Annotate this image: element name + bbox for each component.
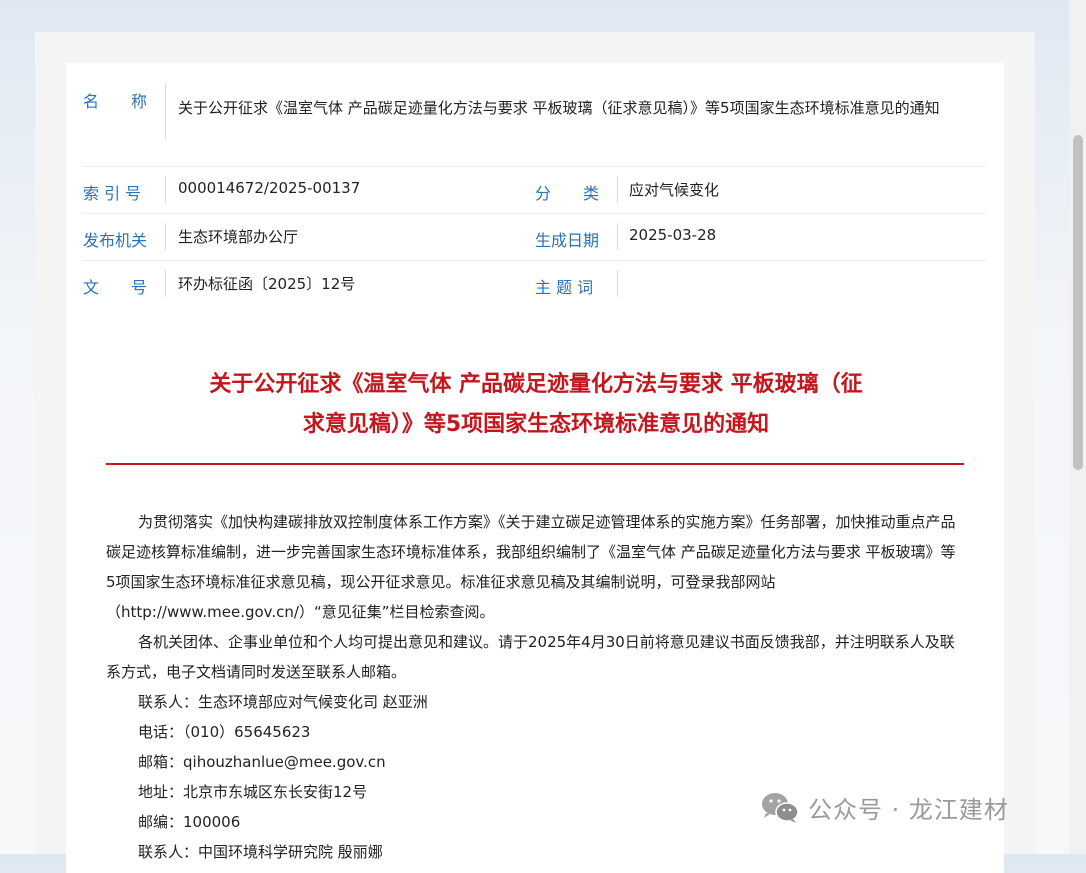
title-divider xyxy=(106,463,964,465)
document-title: 关于公开征求《温室气体 产品碳足迹量化方法与要求 平板玻璃（征 求意见稿）》等5… xyxy=(161,365,911,445)
divider xyxy=(165,176,166,203)
meta-row-name: 名 称 关于公开征求《温室气体 产品碳足迹量化方法与要求 平板玻璃（征求意见稿）… xyxy=(83,63,986,167)
vertical-scrollbar[interactable] xyxy=(1069,0,1086,854)
meta-issuer-value: 生态环境部办公厅 xyxy=(178,228,299,246)
paragraph: 为贯彻落实《加快构建碳排放双控制度体系工作方案》《关于建立碳足迹管理体系的实施方… xyxy=(106,513,956,621)
meta-name-label: 名 称 xyxy=(83,92,148,111)
meta-index-value: 000014672/2025-00137 xyxy=(178,179,361,197)
divider xyxy=(165,223,166,250)
divider xyxy=(617,270,618,297)
contact-email: 邮箱：qihouzhanlue@mee.gov.cn xyxy=(138,753,386,771)
meta-issuer-label: 发布机关 xyxy=(83,231,148,250)
meta-category-value: 应对气候变化 xyxy=(629,181,720,199)
divider xyxy=(165,270,166,297)
meta-docno-value: 环办标征函〔2025〕12号 xyxy=(178,275,356,293)
meta-subject-label: 主 题 词 xyxy=(535,278,594,297)
document-title-line2: 求意见稿）》等5项国家生态环境标准意见的通知 xyxy=(302,412,770,437)
metadata-table: 名 称 关于公开征求《温室气体 产品碳足迹量化方法与要求 平板玻璃（征求意见稿）… xyxy=(66,63,1004,347)
divider xyxy=(617,223,618,250)
paragraph: 各机关团体、企事业单位和个人均可提出意见和建议。请于2025年4月30日前将意见… xyxy=(106,633,955,681)
page-container: 名 称 关于公开征求《温室气体 产品碳足迹量化方法与要求 平板玻璃（征求意见稿）… xyxy=(35,32,1035,873)
divider xyxy=(617,176,618,203)
scrollbar-thumb[interactable] xyxy=(1073,135,1083,470)
document-title-line1: 关于公开征求《温室气体 产品碳足迹量化方法与要求 平板玻璃（征 xyxy=(209,372,863,397)
meta-name-value: 关于公开征求《温室气体 产品碳足迹量化方法与要求 平板玻璃（征求意见稿）》等5项… xyxy=(178,99,940,117)
meta-date-label: 生成日期 xyxy=(535,231,600,250)
meta-row-issuer: 发布机关 生态环境部办公厅 生成日期 2025-03-28 xyxy=(83,213,986,261)
meta-row-index: 索 引 号 000014672/2025-00137 分 类 应对气候变化 xyxy=(83,166,986,214)
wechat-icon xyxy=(762,792,799,823)
watermark: 公众号 · 龙江建材 xyxy=(760,790,1009,825)
meta-docno-label: 文 号 xyxy=(83,278,148,297)
meta-row-docno: 文 号 环办标征函〔2025〕12号 主 题 词 xyxy=(83,260,986,307)
contact-person: 联系人：生态环境部应对气候变化司 赵亚洲 xyxy=(138,693,428,711)
contact-person-2: 联系人：中国环境科学研究院 殷丽娜 xyxy=(138,843,383,861)
contact-phone: 电话：（010）65645623 xyxy=(138,723,311,741)
meta-date-value: 2025-03-28 xyxy=(629,226,717,244)
meta-category-label: 分 类 xyxy=(535,184,600,203)
meta-index-label: 索 引 号 xyxy=(83,184,142,203)
divider xyxy=(165,83,166,139)
watermark-text: 公众号 · 龙江建材 xyxy=(808,796,1009,824)
